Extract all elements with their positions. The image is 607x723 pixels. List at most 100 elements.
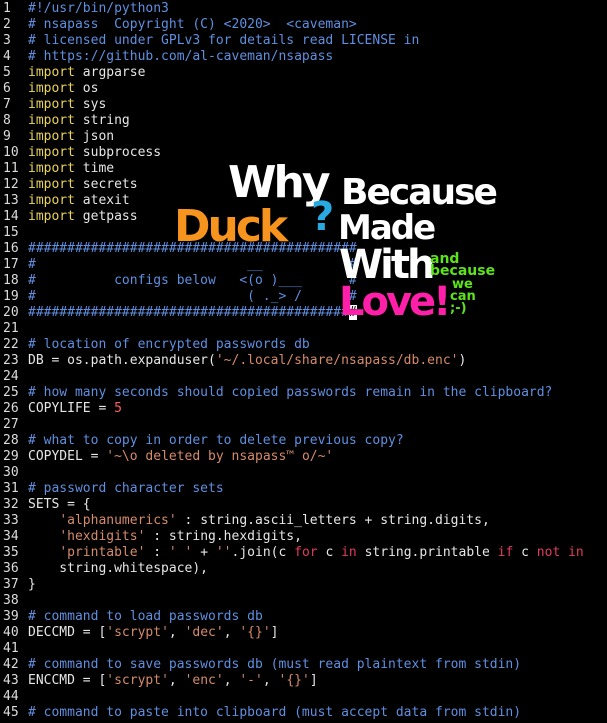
code-token: # nsapass Copyright (C) <2020> <caveman> [28, 17, 357, 32]
code-line[interactable]: 16 ######################################… [0, 241, 357, 257]
code-line[interactable]: 3 # licensed under GPLv3 for details read… [0, 33, 419, 49]
code-line[interactable]: 35 'printable' : ' ' + ''.join(c for c i… [0, 545, 584, 561]
code-line[interactable]: 2 # nsapass Copyright (C) <2020> <caveman… [0, 17, 357, 33]
line-number: 42 [3, 657, 19, 672]
code-token: import [28, 209, 75, 224]
code-token: 'hexdigits' [59, 529, 146, 544]
line-number: 18 [3, 273, 19, 288]
code-line[interactable]: 7 import sys [0, 97, 106, 113]
code-token: os [74, 81, 99, 96]
code-token: # password character sets [28, 481, 224, 496]
code-line[interactable]: 42 # command to save passwords db (must r… [0, 657, 521, 673]
code-token: 'enc' [184, 673, 224, 688]
code-token: # https://github.com/al-caveman/nsapass [28, 49, 334, 64]
code-token: # location of encrypted passwords db [28, 337, 310, 352]
line-number: 36 [3, 561, 19, 576]
code-line[interactable]: 28 # what to copy in order to delete prev… [0, 433, 404, 449]
code-line[interactable]: 8 import string [0, 113, 130, 129]
code-token: string.printable [356, 545, 498, 560]
code-token: ] [270, 625, 279, 640]
code-line[interactable]: 33 'alphanumerics' : string.ascii_letter… [0, 513, 490, 529]
code-line[interactable]: 27 [0, 417, 28, 433]
code-token: # how many seconds should copied passwor… [28, 385, 553, 400]
code-line[interactable]: 36 string.whitespace), [0, 561, 208, 577]
code-token: DECCMD = [ [28, 625, 107, 640]
code-line[interactable]: 19 # ( ._> / # [0, 289, 357, 305]
line-number: 4 [3, 49, 11, 64]
code-line[interactable]: 9 import json [0, 129, 114, 145]
code-line[interactable]: 26 COPYLIFE = 5 [0, 401, 122, 417]
code-line[interactable]: 18 # configs below <(o )___ # [0, 273, 357, 289]
code-line[interactable]: 23 DB = os.path.expanduser('~/.local/shar… [0, 353, 466, 369]
code-token: import [28, 113, 75, 128]
code-token: ] [309, 673, 318, 688]
code-line[interactable]: 14 import getpass [0, 209, 138, 225]
code-line[interactable]: 11 import time [0, 161, 114, 177]
code-token: # what to copy in order to delete previo… [28, 433, 404, 448]
code-token: '{}' [239, 625, 271, 640]
code-token: string [74, 113, 130, 128]
code-line[interactable]: 10 import subprocess [0, 145, 161, 161]
code-token: 5 [114, 401, 122, 416]
code-line[interactable]: 6 import os [0, 81, 98, 97]
code-token: c [317, 545, 342, 560]
code-token: '~\o deleted by nsapass™ o/~' [106, 449, 334, 464]
code-line[interactable]: 17 # __ # [0, 257, 357, 273]
code-line[interactable]: 15 [0, 225, 28, 241]
code-line[interactable]: 21 [0, 321, 28, 337]
code-token: import [28, 161, 75, 176]
line-number: 19 [3, 289, 19, 304]
line-number: 25 [3, 385, 19, 400]
code-token: 'printable' [59, 545, 146, 560]
code-token: COPYLIFE = [28, 401, 115, 416]
line-number: 31 [3, 481, 19, 496]
code-token: not in [536, 545, 584, 560]
line-number: 11 [3, 161, 19, 176]
code-token: atexit [74, 193, 130, 208]
line-number: 20 [3, 305, 19, 320]
line-number: 45 [3, 705, 19, 720]
code-token: for [294, 545, 318, 560]
code-line[interactable]: 5 import argparse [0, 65, 145, 81]
code-line[interactable]: 38 [0, 593, 28, 609]
code-token: argparse [74, 65, 146, 80]
code-token: json [74, 129, 115, 144]
code-token: #!/usr/bin/python3 [28, 1, 169, 16]
code-line[interactable]: 25 # how many seconds should copied passw… [0, 385, 552, 401]
code-line[interactable]: 24 [0, 369, 28, 385]
code-line[interactable]: 43 ENCCMD = ['scrypt', 'enc', '-', '{}'] [0, 673, 318, 689]
code-line[interactable]: 41 [0, 641, 28, 657]
code-line[interactable]: 45 # command to paste into clipboard (mus… [0, 705, 521, 721]
code-token: ' ' [168, 545, 193, 560]
code-line[interactable]: 1 #!/usr/bin/python3 [0, 1, 169, 17]
code-token: .join(c [231, 545, 295, 560]
line-number: 24 [3, 369, 19, 384]
line-number: 40 [3, 625, 19, 640]
code-token: # configs below <(o )___ # [28, 273, 357, 288]
code-line[interactable]: 29 COPYDEL = '~\o deleted by nsapass™ o/~… [0, 449, 333, 465]
code-token: : string.hexdigits, [145, 529, 302, 544]
code-editor[interactable]: 1 #!/usr/bin/python3 2 # nsapass Copyright … [0, 0, 607, 723]
code-line[interactable]: 4 # https://github.com/al-caveman/nsapass [0, 49, 333, 65]
code-token: '' [215, 545, 232, 560]
code-line[interactable]: 39 # command to load passwords db [0, 609, 263, 625]
text-cursor: # [348, 305, 357, 320]
code-token: import [28, 177, 75, 192]
code-line[interactable]: 13 import atexit [0, 193, 130, 209]
code-line[interactable]: 34 'hexdigits' : string.hexdigits, [0, 529, 302, 545]
code-line[interactable]: 20 ######################################… [0, 305, 357, 321]
code-line[interactable]: 37} [0, 577, 36, 593]
code-line[interactable]: 40 DECCMD = ['scrypt', 'dec', '{}'] [0, 625, 279, 641]
code-line[interactable]: 32 SETS = { [0, 497, 91, 513]
code-token: in [341, 545, 357, 560]
code-line[interactable]: 22 # location of encrypted passwords db [0, 337, 310, 353]
line-number: 32 [3, 497, 19, 512]
code-token: , [223, 625, 240, 640]
code-line[interactable]: 44 [0, 689, 28, 705]
code-line[interactable]: 31 # password character sets [0, 481, 224, 497]
line-number: 12 [3, 177, 19, 192]
line-number: 5 [3, 65, 11, 80]
code-line[interactable]: 12 import secrets [0, 177, 138, 193]
code-line[interactable]: 30 [0, 465, 28, 481]
